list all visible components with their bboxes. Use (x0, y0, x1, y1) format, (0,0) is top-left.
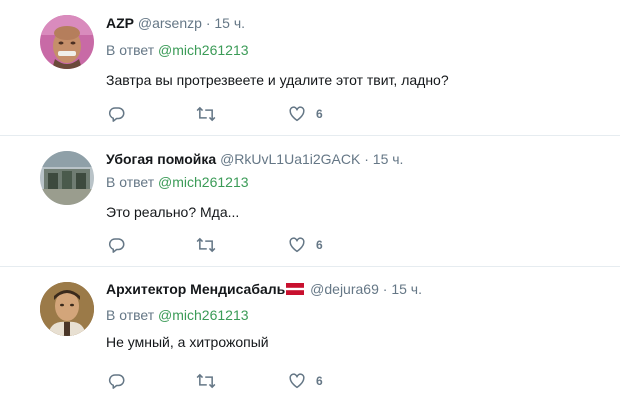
avatar[interactable] (40, 15, 94, 69)
display-name[interactable]: Убогая помойка (106, 151, 216, 167)
reply-icon (108, 236, 126, 254)
user-handle[interactable]: @arsenzp (138, 15, 202, 31)
timestamp[interactable]: 15 ч. (391, 281, 422, 297)
timestamp[interactable]: 15 ч. (214, 15, 245, 31)
tweet-replies-feed: AZP @arsenzp · 15 ч. В ответ @mich261213… (0, 0, 620, 406)
retweet-icon (196, 372, 216, 390)
reply-icon (108, 105, 126, 123)
reply-context: В ответ @mich261213 (106, 42, 249, 58)
retweet-button[interactable] (196, 104, 216, 124)
retweet-button[interactable] (196, 235, 216, 255)
like-count: 6 (316, 238, 323, 252)
reply-button[interactable] (108, 235, 126, 255)
heart-icon (288, 105, 306, 123)
display-name[interactable]: AZP (106, 15, 134, 31)
reply-context: В ответ @mich261213 (106, 307, 249, 323)
tweet[interactable]: AZP @arsenzp · 15 ч. В ответ @mich261213… (0, 0, 620, 136)
heart-icon (288, 236, 306, 254)
mention-link[interactable]: @mich261213 (158, 307, 249, 323)
like-button[interactable]: 6 (288, 371, 323, 391)
tweet-header: AZP @arsenzp · 15 ч. (106, 15, 245, 31)
avatar[interactable] (40, 282, 94, 336)
like-button[interactable]: 6 (288, 104, 323, 124)
like-button[interactable]: 6 (288, 235, 323, 255)
user-handle[interactable]: @dejura69 (310, 281, 379, 297)
tweet-header: Архитектор Мендисабаль @dejura69 · 15 ч. (106, 281, 422, 297)
tweet[interactable]: Убогая помойка @RkUvL1Ua1i2GACK · 15 ч. … (0, 136, 620, 267)
separator: · (382, 281, 388, 297)
separator: · (364, 151, 369, 167)
reply-icon (108, 372, 126, 390)
like-count: 6 (316, 107, 323, 121)
tweet-header: Убогая помойка @RkUvL1Ua1i2GACK · 15 ч. (106, 151, 403, 167)
retweet-icon (196, 105, 216, 123)
tweet-text: Это реально? Мда... (106, 204, 240, 220)
timestamp[interactable]: 15 ч. (373, 151, 404, 167)
separator: · (205, 15, 211, 31)
reply-prefix: В ответ (106, 174, 155, 190)
tweet-text: Не умный, а хитрожопый (106, 334, 269, 350)
latvia-flag-icon (286, 282, 305, 295)
user-handle[interactable]: @RkUvL1Ua1i2GACK (220, 151, 360, 167)
retweet-icon (196, 236, 216, 254)
tweet-text: Завтра вы протрезвеете и удалите этот тв… (106, 72, 449, 88)
reply-prefix: В ответ (106, 307, 155, 323)
retweet-button[interactable] (196, 371, 216, 391)
avatar[interactable] (40, 151, 94, 205)
reply-button[interactable] (108, 371, 126, 391)
reply-prefix: В ответ (106, 42, 155, 58)
display-name[interactable]: Архитектор Мендисабаль (106, 281, 285, 297)
mention-link[interactable]: @mich261213 (158, 42, 249, 58)
like-count: 6 (316, 374, 323, 388)
reply-context: В ответ @mich261213 (106, 174, 249, 190)
tweet[interactable]: Архитектор Мендисабаль @dejura69 · 15 ч.… (0, 267, 620, 406)
reply-button[interactable] (108, 104, 126, 124)
mention-link[interactable]: @mich261213 (158, 174, 249, 190)
heart-icon (288, 372, 306, 390)
